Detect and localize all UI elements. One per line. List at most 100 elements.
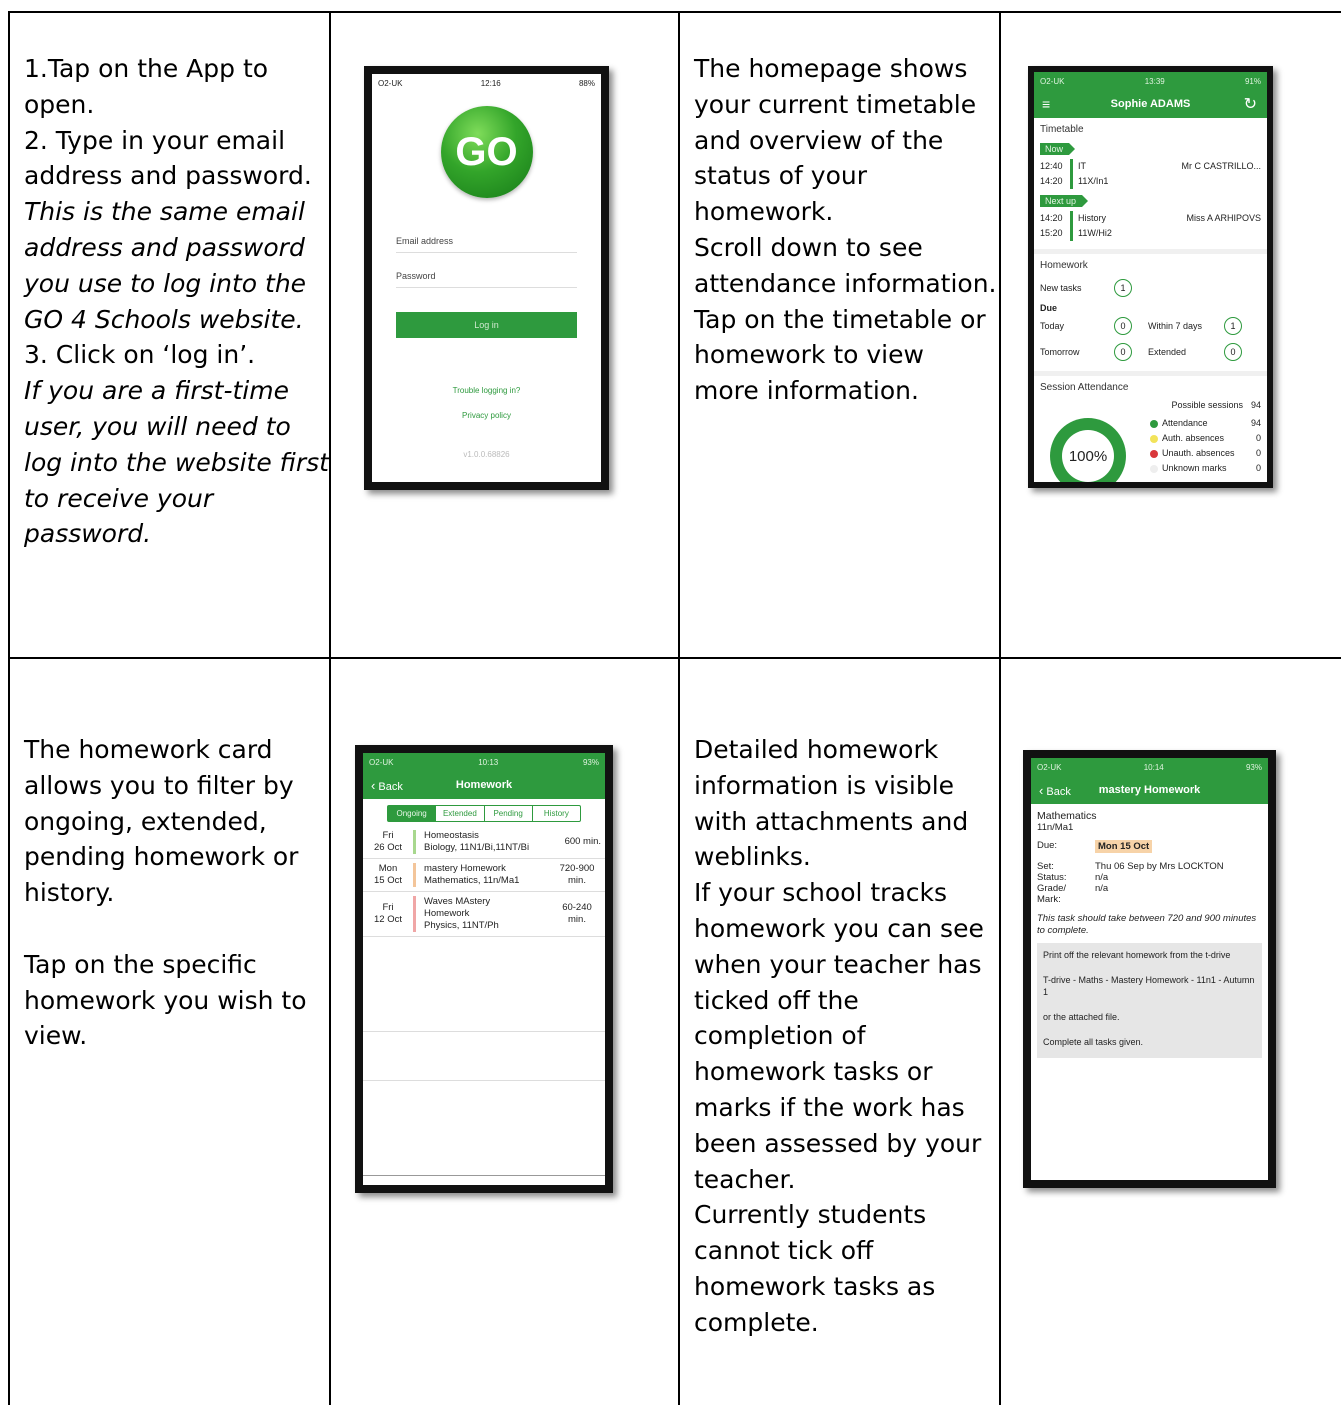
text-line: Detailed homework	[694, 735, 939, 764]
back-button[interactable]: ‹ Back	[371, 778, 403, 793]
period-bar	[1070, 211, 1073, 241]
status-bar: O2-UK 10:14 93%	[1031, 758, 1268, 776]
timetable-card[interactable]: Timetable Now 12:40 14:20 IT 11X/In1 Mr C …	[1034, 118, 1267, 243]
login-screenshot: O2-UK 12:16 88% GO Email address Passwor…	[364, 66, 609, 490]
text-line: cannot tick off	[694, 1236, 874, 1266]
text-line: homework tasks as	[694, 1271, 936, 1301]
homework-title: Homework	[1040, 260, 1088, 271]
back-label: Back	[378, 780, 403, 793]
battery-label: 93%	[1245, 762, 1262, 772]
legend-label: Unknown marks	[1162, 463, 1227, 473]
tab-history[interactable]: History	[533, 806, 580, 821]
text-line: If your school tracks	[694, 878, 948, 908]
text-line: view.	[24, 1021, 88, 1051]
table-border-left	[8, 11, 10, 1405]
legend-value: 0	[1255, 463, 1261, 473]
refresh-icon[interactable]: ↻	[1244, 94, 1257, 114]
text-line: homework you wish to	[24, 985, 307, 1015]
due-row: Tomorrow 0 Extended 0	[1034, 339, 1267, 365]
homework-card[interactable]: Homework New tasks 1 Due Today 0 Within …	[1034, 254, 1267, 365]
text-line: homework tasks or	[694, 1057, 933, 1087]
table-column-divider	[329, 11, 331, 1405]
due-row: Due: Mon 15 Oct	[1031, 840, 1268, 853]
status-value: n/a	[1095, 872, 1109, 883]
trouble-link[interactable]: Trouble logging in?	[372, 386, 601, 395]
homepage-screenshot: O2-UK 13:39 91% ≡ Sophie ADAMS ↻ Timetab…	[1028, 66, 1273, 488]
subject-block: Mathematics 11n/Ma1	[1031, 804, 1268, 834]
text-line: Currently students	[694, 1200, 927, 1230]
row-duration: 600 min.	[564, 836, 601, 847]
login-button[interactable]: Log in	[396, 312, 577, 338]
timetable-title: Timetable	[1040, 124, 1084, 135]
chevron-left-icon: ‹	[1039, 782, 1044, 798]
set-row: Set: Thu 06 Sep by Mrs LOCKTON	[1031, 861, 1268, 872]
legend-label: Unauth. absences	[1162, 448, 1235, 458]
legend-row: Unauth. absences 0	[1150, 446, 1261, 461]
green-dot-icon	[1150, 419, 1158, 428]
go-logo: GO	[440, 106, 533, 198]
row-duration-unit: min.	[568, 875, 586, 886]
tomorrow-count: 0	[1114, 343, 1132, 361]
app-header: ‹ Back Homework	[363, 771, 605, 799]
possible-row: Possible sessions 94	[1171, 400, 1261, 410]
text-line: If you are a first-time	[24, 376, 289, 406]
attendance-legend: Attendance 94 Auth. absences 0 Unauth. abs…	[1150, 416, 1261, 476]
homework-list-screen: O2-UK 10:13 93% ‹ Back Homework Ongoing …	[363, 753, 605, 1185]
possible-label: Possible sessions	[1171, 400, 1243, 410]
row-duration: 60-240	[562, 902, 592, 913]
text-line: information is visible	[694, 770, 955, 800]
menu-icon[interactable]: ≡	[1042, 96, 1050, 112]
page-title: mastery Homework	[1098, 784, 1201, 796]
possible-value: 94	[1250, 400, 1261, 410]
row-title: mastery Homework	[424, 863, 506, 874]
app-header: ‹ Back mastery Homework	[1031, 776, 1268, 804]
attendance-title: Session Attendance	[1040, 382, 1129, 393]
homepage-instructions: The homepage shows your current timetabl…	[694, 51, 997, 409]
status-bar: O2-UK 12:16 88%	[372, 74, 601, 92]
homework-row[interactable]: Fri 26 Oct Homeostasis Biology, 11N1/Bi,11…	[363, 826, 605, 859]
row-subject: Mathematics, 11n/Ma1	[424, 875, 520, 886]
status-label: Status:	[1037, 872, 1067, 883]
text-line: homework to view	[694, 340, 924, 370]
text-line: your current timetable	[694, 89, 977, 119]
start-time: 12:40	[1040, 161, 1063, 171]
privacy-link[interactable]: Privacy policy	[372, 411, 601, 420]
tab-pending[interactable]: Pending	[485, 806, 533, 821]
tab-ongoing[interactable]: Ongoing	[388, 806, 437, 821]
text-line: Scroll down to see	[694, 232, 923, 262]
carrier-label: O2-UK	[1037, 762, 1062, 772]
table-column-divider	[678, 11, 680, 1405]
due-label: Due:	[1037, 840, 1058, 851]
due-row: Today 0 Within 7 days 1	[1034, 313, 1267, 339]
text-line: marks if the work has	[694, 1092, 965, 1122]
legend-label: Auth. absences	[1162, 433, 1225, 443]
clock-label: 10:13	[478, 757, 499, 767]
homework-row[interactable]: Mon 15 Oct mastery Homework Mathematics, 1…	[363, 859, 605, 892]
description-paragraph: or the attached file.	[1043, 1012, 1120, 1022]
clock-label: 10:14	[1143, 762, 1164, 772]
back-label: Back	[1046, 785, 1071, 798]
homework-row[interactable]: Fri 12 Oct Waves MAstery Homework Physics, …	[363, 892, 605, 937]
row-day: Fri	[382, 830, 394, 841]
attendance-card[interactable]: Session Attendance Possible sessions 94 …	[1034, 376, 1267, 482]
text-line: to receive your	[24, 483, 214, 513]
grade-row: Grade/Mark: n/a	[1031, 883, 1268, 905]
text-line: Tap on the timetable or	[694, 304, 986, 334]
row-duration-unit: min.	[568, 914, 586, 925]
login-screen: O2-UK 12:16 88% GO Email address Passwor…	[372, 74, 601, 482]
legend-value: 94	[1250, 418, 1261, 428]
login-instructions: 1.Tap on the App to open. 2. Type in you…	[24, 51, 329, 552]
back-button[interactable]: ‹ Back	[1039, 783, 1071, 798]
email-label: Email address	[396, 236, 454, 246]
description-paragraph: Complete all tasks given.	[1043, 1037, 1144, 1047]
row-subject: Biology, 11N1/Bi,11NT/Bi	[424, 842, 530, 853]
empty-row	[363, 1032, 605, 1081]
text-line: when your teacher has	[694, 949, 982, 979]
row-color-stripe	[413, 830, 416, 854]
carrier-label: O2-UK	[378, 78, 403, 88]
tab-extended[interactable]: Extended	[436, 806, 485, 821]
text-line: history.	[24, 878, 115, 908]
text-line: user, you will need to	[24, 411, 291, 441]
text-line: been assessed by your	[694, 1128, 982, 1158]
home-screen: O2-UK 13:39 91% ≡ Sophie ADAMS ↻ Timetab…	[1034, 72, 1267, 482]
